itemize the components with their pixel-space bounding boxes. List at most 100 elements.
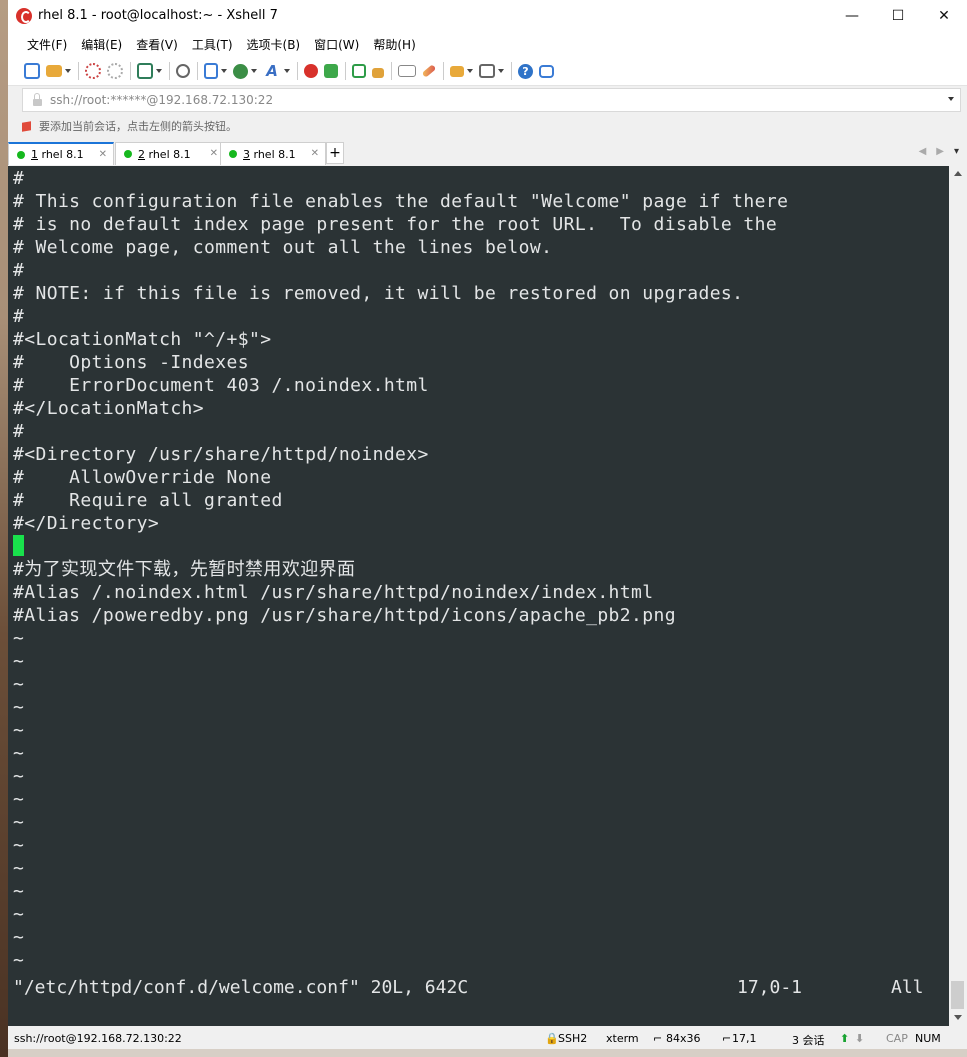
tab-name: rhel 8.1 [145, 147, 191, 161]
scroll-up-icon[interactable] [954, 171, 962, 176]
terminal-line: #</Directory> [13, 513, 160, 534]
close-button[interactable]: ✕ [921, 0, 967, 31]
status-protocol: SSH2 [558, 1032, 588, 1045]
folder-dropdown-icon[interactable] [467, 69, 473, 73]
tab-session-1[interactable]: 1 rhel 8.1 ✕ [8, 142, 114, 165]
terminal-line: #Alias /.noindex.html /usr/share/httpd/n… [13, 582, 654, 603]
properties-dropdown-icon[interactable] [156, 69, 162, 73]
taskbar-edge [8, 1049, 967, 1057]
xshell-icon[interactable] [304, 64, 318, 78]
font-dropdown-icon[interactable] [284, 69, 290, 73]
vim-file-info: "/etc/httpd/conf.d/welcome.conf" 20L, 64… [13, 977, 469, 998]
fullscreen-icon[interactable] [352, 64, 366, 78]
menu-edit[interactable]: 编辑(E) [81, 36, 122, 53]
connected-icon [17, 150, 25, 159]
tab-label: 3 rhel 8.1 [243, 148, 296, 161]
status-cursor: 17,1 [732, 1032, 757, 1045]
terminal[interactable]: # # This configuration file enables the d… [8, 166, 949, 1026]
address-bar[interactable]: ssh://root:******@192.168.72.130:22 [22, 88, 961, 112]
upload-arrow-icon: ⬆ [840, 1032, 850, 1045]
tab-list-icon[interactable]: ▾ [954, 146, 959, 157]
bookmark-icon[interactable] [22, 120, 31, 132]
tab-next-icon[interactable]: ▶ [936, 146, 944, 157]
window-title: rhel 8.1 - root@localhost:~ - Xshell 7 [38, 8, 278, 23]
terminal-line: # Welcome page, comment out all the line… [13, 237, 553, 258]
open-folder-icon[interactable] [46, 65, 62, 77]
new-tab-button[interactable]: + [326, 142, 344, 164]
vim-empty-line: ~ [13, 927, 25, 948]
scroll-thumb[interactable] [951, 981, 964, 1009]
xshell-window: rhel 8.1 - root@localhost:~ - Xshell 7 —… [8, 0, 967, 1057]
tab-label: 1 rhel 8.1 [31, 148, 84, 161]
terminal-line: #<LocationMatch "^/+$"> [13, 329, 272, 350]
vim-empty-line: ~ [13, 720, 25, 741]
close-tab-icon[interactable]: ✕ [99, 149, 107, 160]
terminal-line: # [13, 306, 25, 327]
menu-bar: 文件(F) 编辑(E) 查看(V) 工具(T) 选项卡(B) 窗口(W) 帮助(… [8, 31, 967, 57]
address-input[interactable]: ssh://root:******@192.168.72.130:22 [50, 93, 273, 107]
address-dropdown-icon[interactable] [948, 97, 954, 101]
vim-empty-line: ~ [13, 789, 25, 810]
vim-empty-line: ~ [13, 628, 25, 649]
disconnect-icon[interactable] [107, 63, 123, 79]
menu-file[interactable]: 文件(F) [27, 36, 67, 53]
toolbar-separator [443, 62, 444, 80]
transfer-dropdown-icon[interactable] [221, 69, 227, 73]
menu-help[interactable]: 帮助(H) [373, 36, 415, 53]
title-bar[interactable]: rhel 8.1 - root@localhost:~ - Xshell 7 —… [8, 0, 967, 31]
globe-dropdown-icon[interactable] [251, 69, 257, 73]
toolbar: A ? [8, 57, 967, 86]
close-tab-icon[interactable]: ✕ [311, 148, 319, 159]
terminal-line: # AllowOverride None [13, 467, 272, 488]
connect-icon[interactable] [85, 63, 101, 79]
scroll-down-icon[interactable] [954, 1015, 962, 1020]
terminal-line: # [13, 421, 25, 442]
tab-prev-icon[interactable]: ◀ [919, 146, 927, 157]
tab-number: 3 [243, 147, 250, 161]
vim-empty-line: ~ [13, 904, 25, 925]
size-icon: ⌐ [653, 1032, 663, 1045]
terminal-line: # Options -Indexes [13, 352, 249, 373]
menu-tabs[interactable]: 选项卡(B) [247, 36, 301, 53]
cursor-pos-icon: ⌐ [722, 1032, 732, 1045]
properties-icon[interactable] [137, 63, 153, 79]
menu-tools[interactable]: 工具(T) [192, 36, 233, 53]
status-num: NUM [915, 1032, 941, 1045]
maximize-button[interactable]: ☐ [875, 0, 921, 31]
find-icon[interactable] [176, 64, 190, 78]
close-tab-icon[interactable]: ✕ [210, 148, 218, 159]
tab-session-3[interactable]: 3 rhel 8.1 ✕ [220, 142, 326, 165]
terminal-line [13, 535, 788, 558]
help-icon[interactable]: ? [518, 63, 533, 79]
font-icon[interactable]: A [263, 62, 281, 80]
menu-view[interactable]: 查看(V) [136, 36, 178, 53]
tab-session-2[interactable]: 2 rhel 8.1 ✕ [115, 142, 225, 165]
session-hint: 要添加当前会话，点击左侧的箭头按钮。 [22, 115, 237, 137]
vim-empty-line: ~ [13, 858, 25, 879]
layout-dropdown-icon[interactable] [498, 69, 504, 73]
xftp-icon[interactable] [324, 64, 338, 78]
menu-window[interactable]: 窗口(W) [314, 36, 359, 53]
tab-nav: ◀ ▶ ▾ [919, 146, 959, 157]
minimize-button[interactable]: — [829, 0, 875, 31]
keyboard-icon[interactable] [398, 65, 416, 77]
highlight-icon[interactable] [421, 64, 437, 78]
terminal-line: # NOTE: if this file is removed, it will… [13, 283, 744, 304]
transfer-icon[interactable] [204, 63, 218, 79]
lock-icon[interactable] [372, 68, 384, 78]
terminal-scrollbar[interactable] [949, 166, 967, 1026]
open-dropdown-icon[interactable] [65, 69, 71, 73]
vim-status-line: "/etc/httpd/conf.d/welcome.conf" 20L, 64… [13, 976, 943, 999]
tab-number: 1 [31, 148, 38, 161]
terminal-line: # Require all granted [13, 490, 283, 511]
new-folder-icon[interactable] [450, 65, 464, 77]
layout-icon[interactable] [479, 64, 495, 78]
toolbar-separator [345, 62, 346, 80]
chat-icon[interactable] [539, 64, 554, 78]
new-session-icon[interactable] [24, 63, 40, 79]
terminal-text: # # This configuration file enables the d… [13, 167, 788, 972]
vim-empty-line: ~ [13, 674, 25, 695]
window-controls: — ☐ ✕ [829, 0, 967, 31]
globe-icon[interactable] [233, 63, 248, 79]
tab-bar: 1 rhel 8.1 ✕ 2 rhel 8.1 ✕ 3 rhel 8.1 ✕ +… [8, 142, 967, 165]
